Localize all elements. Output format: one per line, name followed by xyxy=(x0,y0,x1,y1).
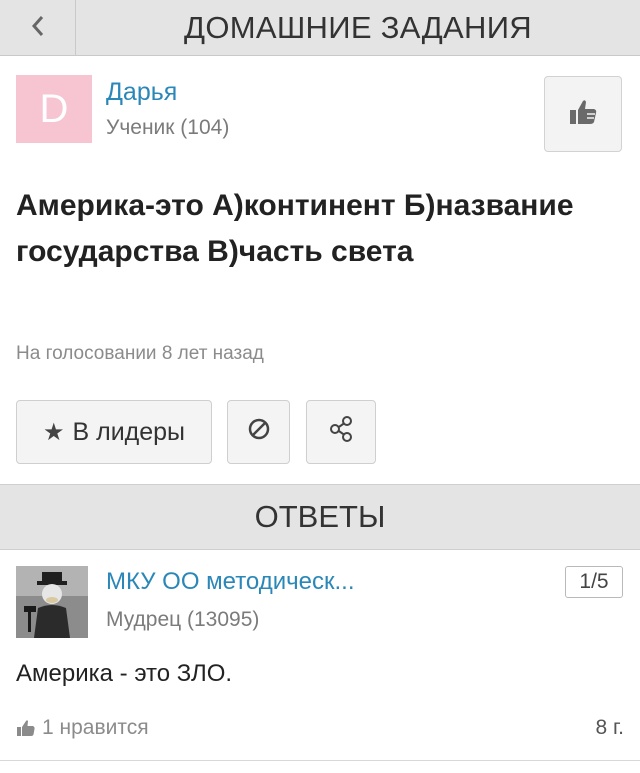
answer-counter-badge: 1/5 xyxy=(565,566,623,598)
answer-likes-count: 1 нравится xyxy=(42,716,149,739)
answer-text: Америка - это ЗЛО. xyxy=(16,660,233,687)
divider xyxy=(0,760,640,761)
answer-author-rank: Мудрец (13095) xyxy=(106,608,260,631)
star-icon: ★ xyxy=(42,418,65,446)
answer-like-button[interactable]: 1 нравится xyxy=(16,716,149,740)
avatar-letter: D xyxy=(39,86,69,131)
question-text: Америка-это А)континент Б)название госуд… xyxy=(16,189,574,268)
author-name-link[interactable]: Дарья xyxy=(106,78,177,107)
top-bar: ДОМАШНИЕ ЗАДАНИЯ xyxy=(0,0,640,56)
answer-author-name-link[interactable]: МКУ ОО методическ... xyxy=(106,568,355,596)
answers-section-header: ОТВЕТЫ xyxy=(0,484,640,550)
like-question-button[interactable] xyxy=(544,76,622,152)
to-leaders-button[interactable]: ★ В лидеры xyxy=(16,400,212,464)
question-status: На голосовании 8 лет назад xyxy=(16,343,264,364)
author-avatar[interactable]: D xyxy=(16,75,92,143)
thumbs-up-icon xyxy=(16,719,36,737)
author-rank: Ученик (104) xyxy=(106,116,230,139)
chevron-left-icon xyxy=(30,13,46,44)
page-title: ДОМАШНИЕ ЗАДАНИЯ xyxy=(184,10,532,45)
share-button[interactable] xyxy=(306,400,376,464)
answer-age: 8 г. xyxy=(595,716,624,739)
report-button[interactable] xyxy=(227,400,290,464)
share-icon xyxy=(328,415,354,450)
answer-author-avatar[interactable] xyxy=(16,566,88,638)
thumbs-up-icon xyxy=(568,98,598,131)
block-icon xyxy=(247,417,271,448)
to-leaders-label: В лидеры xyxy=(72,417,186,446)
back-button[interactable] xyxy=(0,0,76,56)
